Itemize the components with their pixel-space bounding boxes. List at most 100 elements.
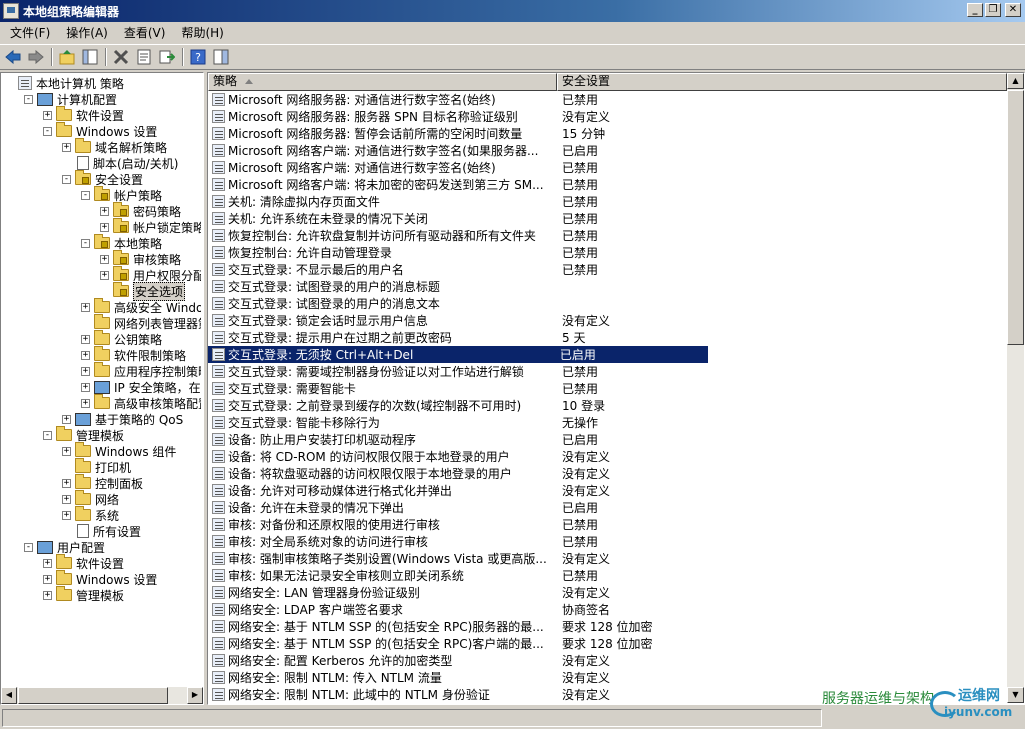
expand-icon[interactable]: + xyxy=(43,574,52,584)
tree-item[interactable]: - 安全设置 xyxy=(62,170,143,187)
export-list-button[interactable] xyxy=(156,46,178,68)
details-pane[interactable]: 策略 安全设置 Microsoft 网络服务器: 对通信进行数字签名(始终) 已禁… xyxy=(207,72,1025,705)
tree-item[interactable]: - 计算机配置 xyxy=(24,91,117,107)
console-tree-pane[interactable]: 本地计算机 策略 - 计算机配置 + 软件设置 - Windows 设置 + 域名解析策略 脚本(… xyxy=(0,72,204,705)
policy-row[interactable]: 设备: 防止用户安装打印机驱动程序 已启用 xyxy=(208,431,988,448)
menu-view[interactable]: 查看(V) xyxy=(116,24,174,41)
collapse-icon[interactable]: - xyxy=(43,126,52,136)
scroll-thumb[interactable] xyxy=(1007,90,1024,345)
policy-row[interactable]: 审核: 强制审核策略子类别设置(Windows Vista 或更高版... 没有定… xyxy=(208,550,988,567)
policy-row[interactable]: 交互式登录: 试图登录的用户的消息标题 xyxy=(208,278,988,295)
expand-icon[interactable]: + xyxy=(62,414,71,424)
tree-item[interactable]: + 网络 xyxy=(62,490,119,507)
expand-icon[interactable]: + xyxy=(43,110,52,120)
tree-item[interactable]: + 帐户锁定策略 xyxy=(100,218,201,235)
tree-item[interactable]: 所有设置 xyxy=(62,523,141,539)
expand-icon[interactable]: + xyxy=(62,510,71,520)
expand-icon[interactable]: + xyxy=(100,222,109,232)
expand-icon[interactable]: + xyxy=(81,366,90,376)
scroll-up-button[interactable]: ▲ xyxy=(1007,73,1024,89)
collapse-icon[interactable]: - xyxy=(81,190,90,200)
show-action-pane-button[interactable] xyxy=(210,46,232,68)
expand-icon[interactable]: + xyxy=(62,446,71,456)
expand-icon[interactable]: + xyxy=(81,334,90,344)
properties-button[interactable] xyxy=(133,46,155,68)
tree-item[interactable]: - 管理模板 xyxy=(43,426,124,443)
show-hide-tree-button[interactable] xyxy=(79,46,101,68)
tree-item[interactable]: + 审核策略 xyxy=(100,250,181,267)
tree-item[interactable]: 打印机 xyxy=(62,458,131,475)
menu-file[interactable]: 文件(F) xyxy=(2,24,58,41)
tree-item[interactable]: + 高级安全 Windows xyxy=(81,298,201,315)
policy-row[interactable]: Microsoft 网络服务器: 服务器 SPN 目标名称验证级别 没有定义 xyxy=(208,108,988,125)
column-header-policy[interactable]: 策略 xyxy=(208,73,557,91)
policy-row[interactable]: 交互式登录: 不显示最后的用户名 已禁用 xyxy=(208,261,988,278)
scroll-right-button[interactable]: ▶ xyxy=(187,687,203,704)
expand-icon[interactable]: + xyxy=(43,558,52,568)
tree-item[interactable]: + 控制面板 xyxy=(62,474,143,491)
tree-item[interactable]: 本地计算机 策略 xyxy=(5,75,124,91)
tree-item[interactable]: + 基于策略的 QoS xyxy=(62,411,183,427)
tree-item[interactable]: + 软件设置 xyxy=(43,106,124,123)
policy-row[interactable]: 交互式登录: 锁定会话时显示用户信息 没有定义 xyxy=(208,312,988,329)
tree-item[interactable]: + Windows 组件 xyxy=(62,442,176,459)
policy-row[interactable]: 关机: 清除虚拟内存页面文件 已禁用 xyxy=(208,193,988,210)
collapse-icon[interactable]: - xyxy=(62,174,71,184)
collapse-icon[interactable]: - xyxy=(24,94,33,104)
tree-item[interactable]: + 公钥策略 xyxy=(81,330,162,347)
policy-row[interactable]: 交互式登录: 需要智能卡 已禁用 xyxy=(208,380,988,397)
collapse-icon[interactable]: - xyxy=(81,238,90,248)
tree-item[interactable]: + Windows 设置 xyxy=(43,570,157,587)
delete-button[interactable] xyxy=(110,46,132,68)
policy-row[interactable]: 网络安全: 基于 NTLM SSP 的(包括安全 RPC)客户端的最... 要求 … xyxy=(208,635,988,652)
tree-item[interactable]: 脚本(启动/关机) xyxy=(62,155,178,171)
policy-row[interactable]: 网络安全: LDAP 客户端签名要求 协商签名 xyxy=(208,601,988,618)
column-header-setting[interactable]: 安全设置 xyxy=(557,73,1007,91)
tree-item[interactable]: - 本地策略 xyxy=(81,234,162,251)
expand-icon[interactable]: + xyxy=(81,302,90,312)
close-button[interactable]: ✕ xyxy=(1005,3,1021,17)
policy-row[interactable]: 设备: 将 CD-ROM 的访问权限仅限于本地登录的用户 没有定义 xyxy=(208,448,988,465)
policy-row[interactable]: 恢复控制台: 允许自动管理登录 已禁用 xyxy=(208,244,988,261)
tree-item[interactable]: 安全选项 xyxy=(100,281,186,301)
expand-icon[interactable]: + xyxy=(62,142,71,152)
policy-row[interactable]: 交互式登录: 之前登录到缓存的次数(域控制器不可用时) 10 登录 xyxy=(208,397,988,414)
tree-item[interactable]: - Windows 设置 xyxy=(43,122,157,139)
expand-icon[interactable]: + xyxy=(81,398,90,408)
tree-item[interactable]: + 软件限制策略 xyxy=(81,346,186,363)
policy-row[interactable]: 设备: 允许在未登录的情况下弹出 已启用 xyxy=(208,499,988,516)
policy-row[interactable]: 网络安全: 配置 Kerberos 允许的加密类型 没有定义 xyxy=(208,652,988,669)
tree-item[interactable]: + 软件设置 xyxy=(43,554,124,571)
expand-icon[interactable]: + xyxy=(100,254,109,264)
help-button[interactable]: ? xyxy=(187,46,209,68)
expand-icon[interactable]: + xyxy=(100,270,109,280)
policy-row[interactable]: 网络安全: 限制 NTLM: 传入 NTLM 流量 没有定义 xyxy=(208,669,988,686)
policy-row[interactable]: 交互式登录: 试图登录的用户的消息文本 xyxy=(208,295,988,312)
policy-row[interactable]: 设备: 允许对可移动媒体进行格式化并弹出 没有定义 xyxy=(208,482,988,499)
policy-row[interactable]: 审核: 如果无法记录安全审核则立即关闭系统 已禁用 xyxy=(208,567,988,584)
tree-item[interactable]: + 高级审核策略配置 xyxy=(81,394,201,411)
policy-row[interactable]: 网络安全: LAN 管理器身份验证级别 没有定义 xyxy=(208,584,988,601)
tree-item[interactable]: + 系统 xyxy=(62,506,119,523)
minimize-button[interactable]: _ xyxy=(967,3,983,17)
scroll-left-button[interactable]: ◀ xyxy=(1,687,17,704)
expand-icon[interactable]: + xyxy=(100,206,109,216)
policy-row[interactable]: 审核: 对全局系统对象的访问进行审核 已禁用 xyxy=(208,533,988,550)
expand-icon[interactable]: + xyxy=(43,590,52,600)
tree-item[interactable]: + 域名解析策略 xyxy=(62,138,167,155)
expand-icon[interactable]: + xyxy=(62,494,71,504)
tree-item[interactable]: + 管理模板 xyxy=(43,586,124,603)
policy-row[interactable]: 关机: 允许系统在未登录的情况下关闭 已禁用 xyxy=(208,210,988,227)
collapse-icon[interactable]: - xyxy=(24,542,33,552)
policy-row[interactable]: Microsoft 网络服务器: 暂停会话前所需的空闲时间数量 15 分钟 xyxy=(208,125,988,142)
policy-row[interactable]: 交互式登录: 智能卡移除行为 无操作 xyxy=(208,414,988,431)
restore-button[interactable]: ❐ xyxy=(985,3,1001,17)
menu-action[interactable]: 操作(A) xyxy=(58,24,116,41)
tree-item[interactable]: - 用户配置 xyxy=(24,539,105,555)
tree-item[interactable]: + 密码策略 xyxy=(100,202,181,219)
policy-row[interactable]: Microsoft 网络客户端: 对通信进行数字签名(始终) 已禁用 xyxy=(208,159,988,176)
policy-row[interactable]: Microsoft 网络客户端: 对通信进行数字签名(如果服务器... 已启用 xyxy=(208,142,988,159)
policy-row[interactable]: 交互式登录: 需要域控制器身份验证以对工作站进行解锁 已禁用 xyxy=(208,363,988,380)
collapse-icon[interactable]: - xyxy=(43,430,52,440)
expand-icon[interactable]: + xyxy=(81,350,90,360)
